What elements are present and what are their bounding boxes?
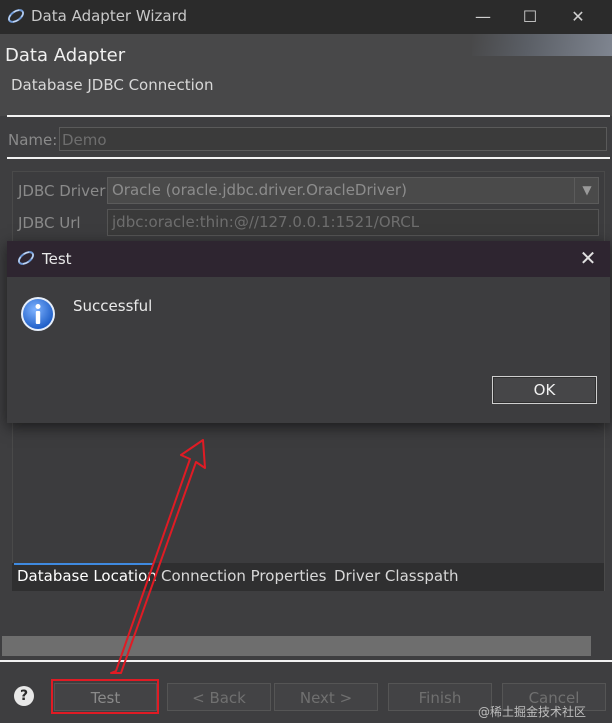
- button-bar-divider: [0, 660, 612, 662]
- jdbc-driver-select[interactable]: Oracle (oracle.jdbc.driver.OracleDriver): [107, 177, 599, 204]
- jdbc-driver-label: JDBC Driver: [18, 182, 106, 200]
- name-input[interactable]: Demo: [59, 127, 607, 151]
- header-banner-graphic: [472, 34, 612, 56]
- maximize-button[interactable]: ☐: [507, 0, 553, 34]
- tab-driver-classpath[interactable]: Driver Classpath: [334, 567, 459, 585]
- wizard-subtitle: Database JDBC Connection: [11, 76, 214, 94]
- jdbc-url-label: JDBC Url: [18, 214, 81, 232]
- watermark: @稀土掘金技术社区: [478, 705, 587, 719]
- name-label: Name:: [8, 131, 58, 149]
- tab-database-location[interactable]: Database Location: [17, 567, 157, 585]
- close-icon[interactable]: ✕: [576, 246, 600, 270]
- name-divider: [7, 157, 610, 159]
- window-title: Data Adapter Wizard: [31, 7, 188, 25]
- eclipse-icon: [17, 251, 35, 265]
- tab-selected-indicator: [14, 563, 154, 565]
- header-divider: [7, 115, 610, 117]
- wizard-title: Data Adapter: [5, 45, 126, 66]
- close-window-button[interactable]: ✕: [555, 0, 601, 34]
- next-button[interactable]: Next >: [274, 683, 378, 711]
- dialog-title: Test: [42, 250, 72, 268]
- dialog-message: Successful: [73, 297, 153, 315]
- annotation-highlight-box: [51, 679, 159, 714]
- horizontal-scrollbar[interactable]: [2, 636, 591, 656]
- dialog-titlebar: [7, 241, 610, 277]
- eclipse-icon: [7, 9, 25, 23]
- finish-button[interactable]: Finish: [388, 683, 492, 711]
- back-button[interactable]: < Back: [167, 683, 271, 711]
- ok-button[interactable]: OK: [492, 376, 597, 404]
- minimize-button[interactable]: —: [460, 0, 506, 34]
- chevron-down-icon[interactable]: ▼: [574, 178, 599, 203]
- info-icon: [21, 297, 55, 331]
- jdbc-url-input[interactable]: jdbc:oracle:thin:@//127.0.0.1:1521/ORCL: [107, 209, 599, 236]
- tab-connection-properties[interactable]: Connection Properties: [161, 567, 326, 585]
- help-icon[interactable]: ?: [14, 686, 34, 706]
